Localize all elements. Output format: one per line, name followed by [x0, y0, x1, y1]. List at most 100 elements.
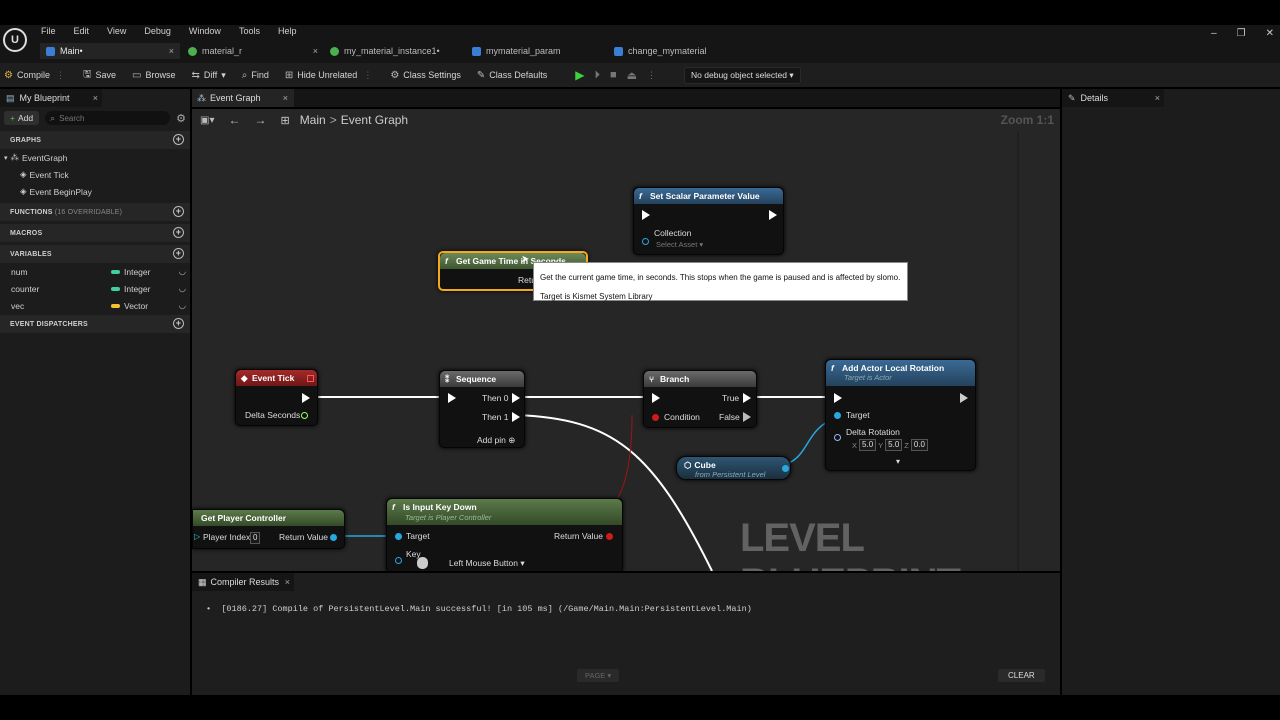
class-defaults-button[interactable]: ✎ Class Defaults [469, 64, 555, 86]
node-branch[interactable]: ⑂ Branch True Condition False [643, 370, 757, 428]
expand-chevron-icon[interactable]: ▾ [896, 457, 900, 466]
play-options-icon[interactable]: ⋮ [647, 70, 656, 81]
player-index-input[interactable]: 0 [250, 532, 261, 544]
tab-close-icon[interactable]: × [313, 43, 318, 59]
node-cube-reference[interactable]: ⬡ Cube from Persistent Level [676, 456, 791, 480]
menu-help[interactable]: Help [269, 25, 306, 37]
section-graphs[interactable]: GRAPHS + [0, 131, 190, 149]
variable-row[interactable]: num Integer ◡ [0, 263, 190, 280]
add-macro-icon[interactable]: + [173, 227, 184, 238]
eject-icon[interactable]: ⏏ [627, 69, 637, 82]
settings-gear-icon[interactable]: ⚙ [176, 112, 186, 125]
expand-arrow-icon[interactable]: ▾ [4, 154, 8, 162]
restore-icon[interactable]: ❐ [1237, 28, 1246, 39]
delta-rotation-pin[interactable] [834, 434, 841, 441]
exec-in-pin[interactable] [642, 210, 650, 220]
compile-options-icon[interactable]: ⋮ [54, 70, 67, 81]
page-dropdown[interactable]: PAGE ▾ [577, 669, 620, 682]
exec-in-pin[interactable] [652, 393, 660, 403]
condition-pin[interactable] [652, 414, 659, 421]
false-pin[interactable] [743, 412, 751, 422]
player-index-pin[interactable]: ▷ [194, 532, 200, 541]
close-icon[interactable]: × [1155, 93, 1160, 103]
cube-output-pin[interactable] [782, 465, 789, 472]
find-button[interactable]: ⌕ Find [234, 64, 277, 86]
step-icon[interactable]: ⏵ [594, 69, 600, 82]
section-macros[interactable]: MACROS + [0, 224, 190, 242]
rotation-z-input[interactable]: 0.0 [910, 439, 928, 451]
close-icon[interactable]: × [93, 93, 98, 103]
add-graph-icon[interactable]: + [173, 134, 184, 145]
node-get-player-controller[interactable]: Get Player Controller ▷ Player Index 0 R… [192, 509, 345, 549]
stop-icon[interactable]: ■ [610, 69, 617, 81]
select-asset-dropdown[interactable]: Select Asset ▾ [656, 240, 703, 249]
true-pin[interactable] [743, 393, 751, 403]
tab-close-icon[interactable]: × [169, 43, 174, 59]
play-icon[interactable]: ▶ [575, 68, 584, 82]
exec-out-pin[interactable] [769, 210, 777, 220]
visibility-eye-icon[interactable]: ◡ [179, 266, 186, 277]
target-pin[interactable] [395, 533, 402, 540]
exec-in-pin[interactable] [834, 393, 842, 403]
add-variable-icon[interactable]: + [173, 248, 184, 259]
return-value-pin[interactable] [606, 533, 613, 540]
exec-in-pin[interactable] [448, 393, 456, 403]
then1-pin[interactable] [512, 412, 520, 422]
target-pin[interactable] [834, 412, 841, 419]
compile-button[interactable]: ⚙ Compile ⋮ [0, 64, 75, 86]
menu-tools[interactable]: Tools [230, 25, 269, 37]
browse-button[interactable]: ▭ Browse [124, 64, 183, 86]
add-pin-button[interactable]: Add pin ⊕ [477, 435, 515, 446]
node-sequence[interactable]: ⁑ Sequence Then 0 Then 1 Add pin ⊕ [439, 370, 525, 448]
menu-view[interactable]: View [98, 25, 135, 37]
menu-file[interactable]: File [32, 25, 65, 37]
variable-row[interactable]: vec Vector ◡ [0, 297, 190, 314]
tab-main[interactable]: Main• × [40, 43, 180, 59]
node-add-actor-local-rotation[interactable]: f Add Actor Local Rotation Target is Acto… [825, 359, 976, 471]
tab-material-instance[interactable]: my_material_instance1• [330, 43, 440, 59]
menu-edit[interactable]: Edit [65, 25, 99, 37]
tree-eventgraph[interactable]: ▾ ⁂ EventGraph [0, 149, 190, 166]
return-value-pin[interactable] [330, 534, 337, 541]
search-field[interactable]: ⌕ [45, 111, 171, 125]
then0-pin[interactable] [512, 393, 520, 403]
class-settings-button[interactable]: ⚙ Class Settings [382, 64, 469, 86]
tab-material-r[interactable]: material_r × [188, 43, 318, 59]
key-select-dropdown[interactable]: Left Mouse Button ▾ [449, 558, 525, 569]
tab-mymaterial-param[interactable]: mymaterial_param [472, 43, 561, 59]
hide-unrelated-button[interactable]: ⊞ Hide Unrelated ⋮ [277, 64, 382, 86]
add-function-icon[interactable]: + [173, 206, 184, 217]
unreal-logo-icon[interactable]: U [3, 28, 27, 52]
add-button[interactable]: + Add [4, 111, 40, 125]
rotation-x-input[interactable]: 5.0 [859, 439, 877, 451]
collection-pin[interactable] [642, 238, 649, 245]
more-options-icon[interactable]: ⋮ [361, 70, 374, 81]
close-icon[interactable]: × [285, 577, 290, 587]
section-functions[interactable]: FUNCTIONS (16 OVERRIDABLE) + [0, 203, 190, 221]
menu-debug[interactable]: Debug [135, 25, 180, 37]
close-window-icon[interactable]: ✕ [1266, 28, 1274, 39]
node-set-scalar-parameter[interactable]: f Set Scalar Parameter Value Collection S… [633, 187, 784, 255]
visibility-eye-icon[interactable]: ◡ [179, 300, 186, 311]
close-icon[interactable]: × [283, 93, 288, 103]
exec-out-pin[interactable] [960, 393, 968, 403]
save-button[interactable]: 🖫 Save [75, 64, 124, 86]
rotation-y-input[interactable]: 5.0 [885, 439, 903, 451]
tree-event-tick[interactable]: ◈ Event Tick [0, 166, 190, 183]
my-blueprint-tab[interactable]: ▤ My Blueprint × [0, 89, 102, 107]
section-variables[interactable]: VARIABLES + [0, 245, 190, 263]
diff-button[interactable]: ⇆ Diff ▾ [184, 64, 234, 86]
tab-compiler-results[interactable]: ▦ Compiler Results × [192, 573, 294, 591]
section-event-dispatchers[interactable]: EVENT DISPATCHERS + [0, 315, 190, 333]
add-dispatcher-icon[interactable]: + [173, 318, 184, 329]
exec-out-pin[interactable] [302, 393, 310, 403]
node-event-tick[interactable]: ◆ Event Tick Delta Seconds [235, 369, 318, 426]
variable-row[interactable]: counter Integer ◡ [0, 280, 190, 297]
menu-window[interactable]: Window [180, 25, 230, 37]
visibility-eye-icon[interactable]: ◡ [179, 283, 186, 294]
minimize-icon[interactable]: – [1211, 28, 1217, 39]
clear-button[interactable]: CLEAR [998, 669, 1045, 682]
tab-event-graph[interactable]: ⁂ Event Graph × [192, 89, 294, 107]
key-pin[interactable] [395, 557, 402, 564]
delta-seconds-pin[interactable] [301, 412, 308, 419]
